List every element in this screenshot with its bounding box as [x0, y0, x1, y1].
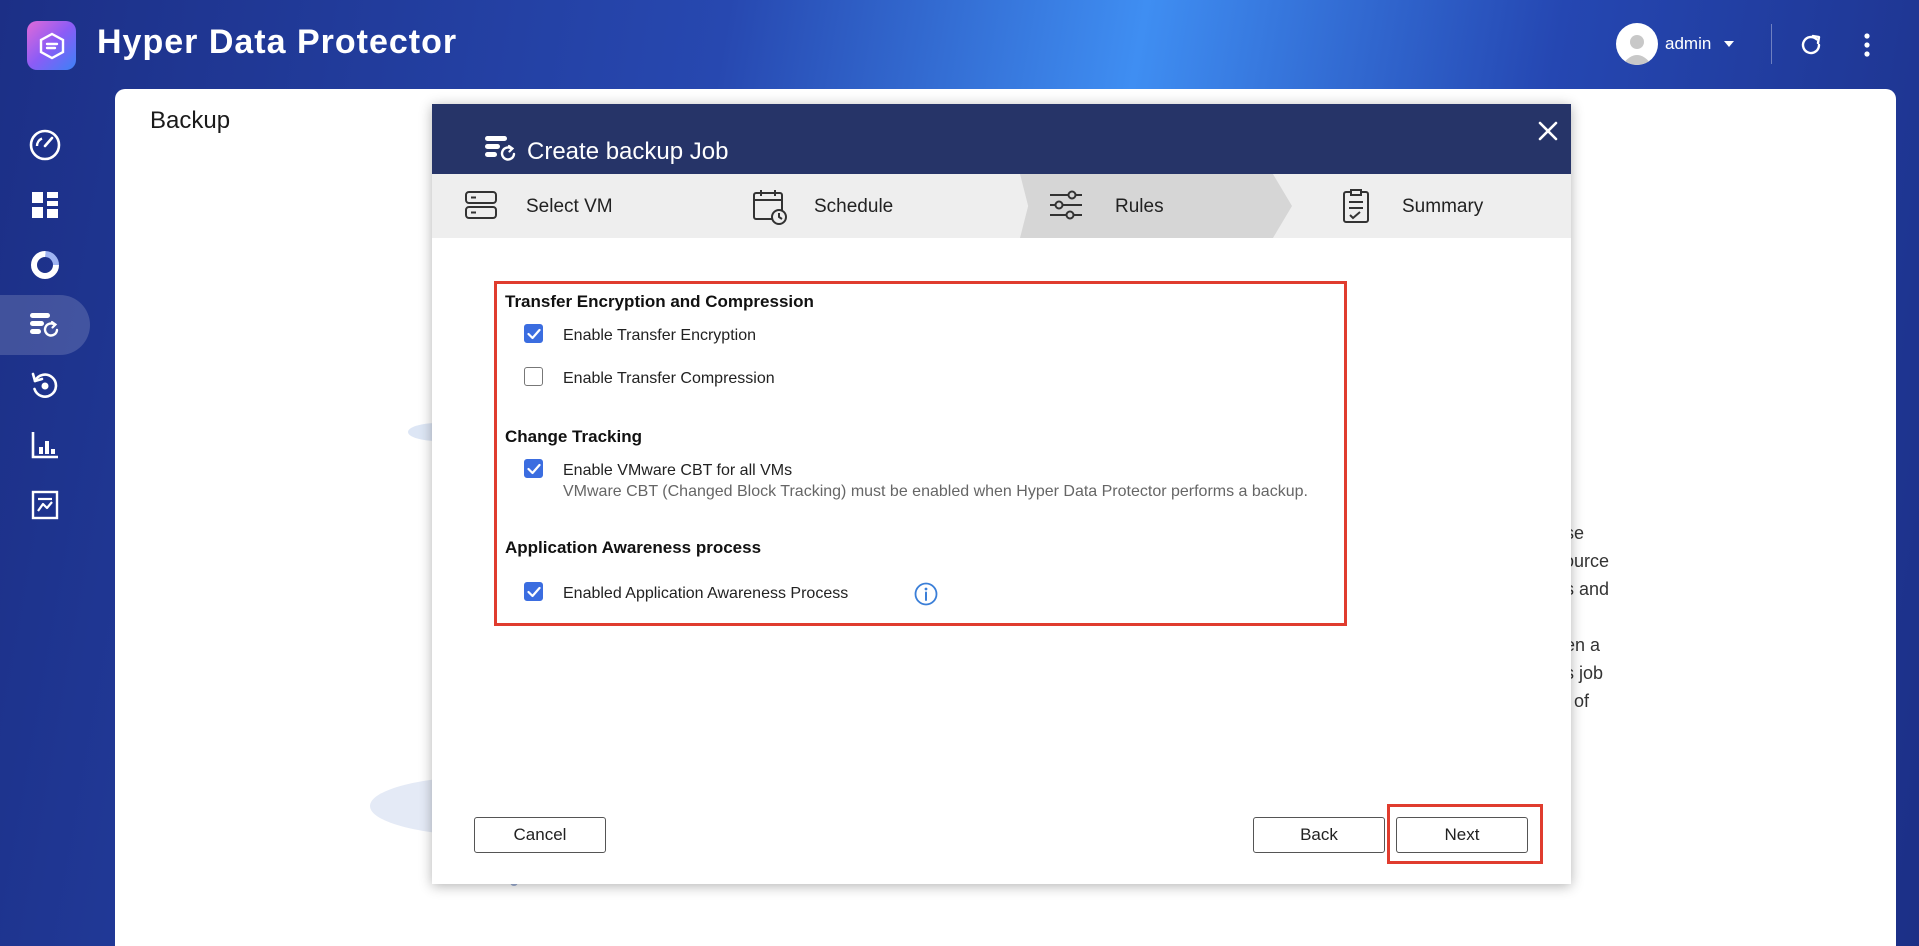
- chevron-down-icon[interactable]: [1722, 39, 1736, 49]
- restore-icon: [31, 372, 58, 398]
- sidebar-item-restore[interactable]: [0, 355, 90, 415]
- application-awareness-label[interactable]: Enabled Application Awareness Process: [563, 584, 848, 604]
- step-summary[interactable]: Summary: [1292, 174, 1571, 238]
- sidebar-item-dashboard[interactable]: [0, 115, 90, 175]
- step-label: Schedule: [814, 196, 894, 217]
- rules-section: Transfer Encryption and Compression Enab…: [494, 281, 1347, 626]
- dialog-header: Create backup Job: [432, 104, 1571, 174]
- summary-checklist-icon: [1343, 189, 1369, 223]
- step-label: Select VM: [526, 196, 613, 217]
- sidebar-item-logs[interactable]: [0, 475, 90, 535]
- app-title: Hyper Data Protector: [97, 23, 458, 61]
- app-logo-icon: [27, 21, 76, 70]
- vmware-cbt-label[interactable]: Enable VMware CBT for all VMs: [563, 461, 792, 481]
- step-label: Rules: [1115, 196, 1164, 217]
- transfer-encryption-label[interactable]: Enable Transfer Encryption: [563, 326, 756, 346]
- sidebar-item-backup[interactable]: [0, 295, 90, 355]
- transfer-compression-label[interactable]: Enable Transfer Compression: [563, 369, 775, 389]
- checkmark-icon: [526, 328, 541, 339]
- info-icon[interactable]: [914, 582, 938, 606]
- dialog-title: Create backup Job: [527, 138, 729, 165]
- overview-grid-icon: [32, 192, 58, 218]
- checkmark-icon: [526, 463, 541, 474]
- page-title: Backup: [150, 107, 231, 134]
- app-header: Hyper Data Protector admin: [0, 0, 1919, 90]
- user-avatar[interactable]: [1616, 23, 1658, 65]
- section-title-transfer: Transfer Encryption and Compression: [505, 292, 814, 311]
- sliders-icon: [1050, 190, 1082, 220]
- sidebar-item-storage[interactable]: [0, 235, 90, 295]
- header-divider: [1771, 24, 1772, 64]
- step-label: Summary: [1402, 196, 1484, 217]
- calendar-clock-icon: [753, 190, 787, 225]
- sidebar-item-overview[interactable]: [0, 175, 90, 235]
- vmware-cbt-checkbox[interactable]: [524, 459, 543, 478]
- cancel-button[interactable]: Cancel: [474, 817, 606, 853]
- more-vertical-icon[interactable]: [1855, 30, 1879, 60]
- storage-ring-icon: [31, 251, 59, 279]
- dashboard-gauge-icon: [29, 129, 61, 161]
- step-rules[interactable]: Rules: [1020, 174, 1292, 238]
- backup-icon: [30, 313, 59, 337]
- step-select-vm[interactable]: Select VM: [432, 174, 722, 238]
- create-backup-job-dialog: Create backup Job Select VM Schedule Rul…: [432, 104, 1571, 884]
- sidebar-item-report[interactable]: [0, 415, 90, 475]
- report-chart-icon: [31, 432, 58, 459]
- wizard-steps: Select VM Schedule Rules Summary: [432, 174, 1571, 238]
- transfer-encryption-checkbox[interactable]: [524, 324, 543, 343]
- next-button[interactable]: Next: [1396, 817, 1528, 853]
- backup-job-icon: [485, 136, 516, 161]
- section-title-change-tracking: Change Tracking: [505, 427, 642, 446]
- log-document-icon: [31, 490, 59, 520]
- checkmark-icon: [526, 586, 541, 597]
- close-icon[interactable]: [1535, 118, 1561, 144]
- application-awareness-checkbox[interactable]: [524, 582, 543, 601]
- refresh-icon[interactable]: [1796, 30, 1826, 60]
- server-icon: [465, 191, 497, 219]
- vmware-cbt-description: VMware CBT (Changed Block Tracking) must…: [563, 483, 1308, 500]
- step-schedule[interactable]: Schedule: [722, 174, 1012, 238]
- back-button[interactable]: Back: [1253, 817, 1385, 853]
- section-title-application-awareness: Application Awareness process: [505, 538, 762, 557]
- user-name[interactable]: admin: [1665, 33, 1711, 55]
- transfer-compression-checkbox[interactable]: [524, 367, 543, 386]
